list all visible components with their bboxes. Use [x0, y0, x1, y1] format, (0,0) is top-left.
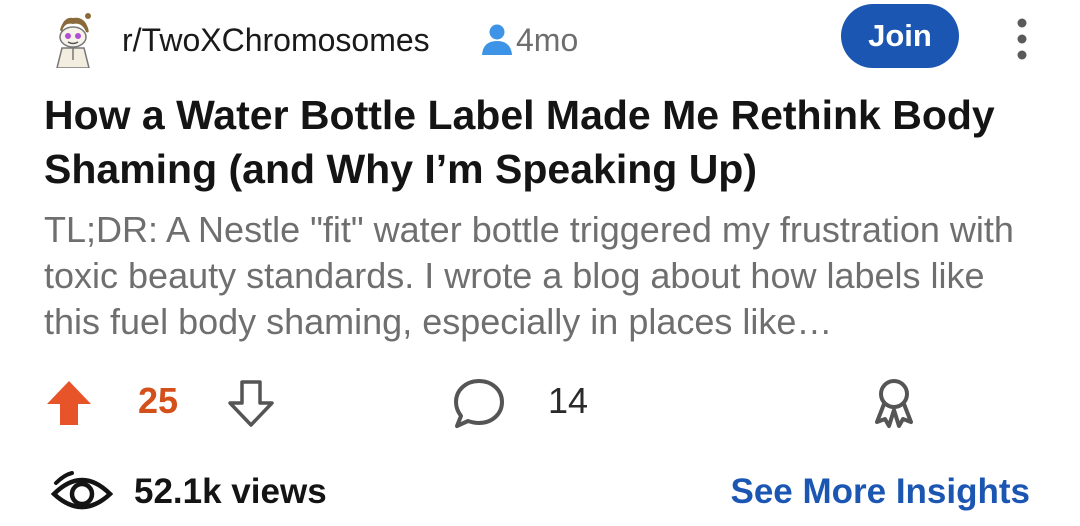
post-header: r/TwoXChromosomes 4mo Join: [44, 4, 1044, 68]
post-title[interactable]: How a Water Bottle Label Made Me Rethink…: [44, 88, 1044, 196]
post-footer: 52.1k views See More Insights: [0, 462, 1080, 522]
more-vertical-icon[interactable]: [1002, 16, 1042, 62]
upvote-arrow-icon[interactable]: [44, 378, 94, 428]
post-actions: 25 14: [0, 360, 1080, 440]
subreddit-avatar-icon[interactable]: [44, 10, 102, 68]
downvote-arrow-icon[interactable]: [226, 378, 276, 428]
comment-bubble-icon[interactable]: [452, 376, 506, 430]
see-more-insights-link[interactable]: See More Insights: [730, 472, 1030, 512]
award-icon[interactable]: [870, 376, 918, 430]
vote-count: 25: [138, 380, 179, 421]
post-age: 4mo: [516, 22, 579, 58]
eye-icon: [50, 471, 114, 510]
join-button[interactable]: Join: [841, 4, 959, 68]
view-count: 52.1k views: [134, 472, 327, 511]
subreddit-name[interactable]: r/TwoXChromosomes: [122, 22, 430, 59]
comment-count: 14: [548, 380, 589, 421]
user-icon: [482, 24, 512, 55]
post-snippet[interactable]: TL;DR: A Nestle "fit" water bottle trigg…: [44, 207, 1044, 345]
